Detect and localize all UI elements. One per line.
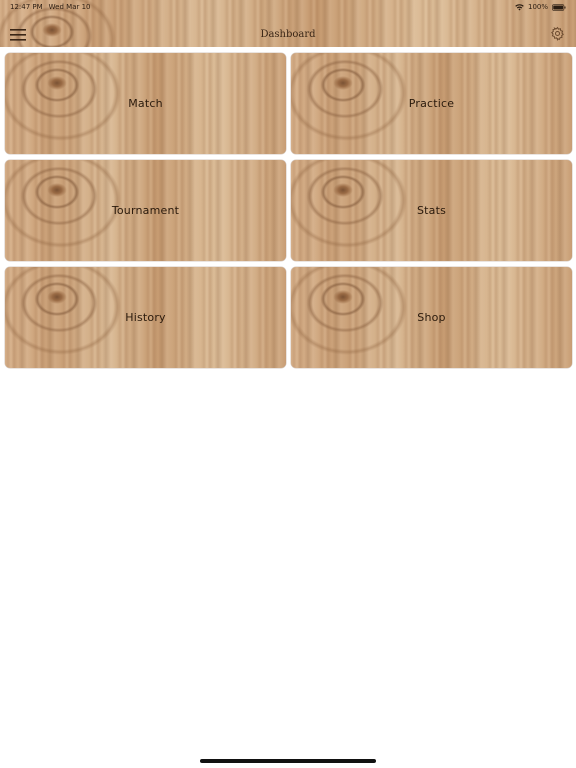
tile-label: Match <box>128 97 163 110</box>
tile-label: Stats <box>416 204 447 217</box>
tile-practice[interactable]: Practice <box>291 53 572 154</box>
tile-shop[interactable]: Shop <box>291 267 572 368</box>
wifi-icon <box>515 3 524 11</box>
page-title: Dashboard <box>260 29 316 40</box>
tile-match[interactable]: Match <box>5 53 286 154</box>
tile-label: Tournament <box>111 204 180 217</box>
battery-percent: 100% <box>527 3 548 11</box>
status-time: 12:47 PM <box>10 3 43 11</box>
battery-icon <box>552 3 566 11</box>
gear-icon <box>550 26 565 45</box>
status-date: Wed Mar 10 <box>48 3 91 11</box>
tile-tournament[interactable]: Tournament <box>5 160 286 261</box>
settings-button[interactable] <box>548 26 566 44</box>
tile-label: Shop <box>417 311 446 324</box>
hamburger-menu-icon <box>10 26 26 45</box>
menu-button[interactable] <box>8 26 28 44</box>
tile-label: History <box>125 311 166 324</box>
status-bar: 12:47 PM Wed Mar 10 100% <box>0 0 576 14</box>
tile-history[interactable]: History <box>5 267 286 368</box>
tile-label: Practice <box>408 97 455 110</box>
dashboard-grid: Match Practice Tournament Stats History … <box>5 53 572 368</box>
home-indicator[interactable] <box>200 759 376 763</box>
tile-stats[interactable]: Stats <box>291 160 572 261</box>
